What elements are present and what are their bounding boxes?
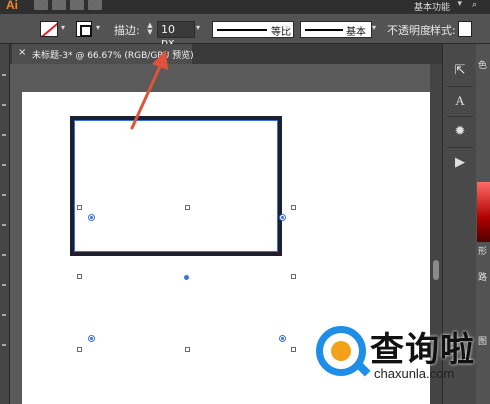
graphic-style-swatch[interactable] xyxy=(458,21,472,37)
tool-icon[interactable] xyxy=(2,104,6,106)
annotation-arrow-head xyxy=(152,50,168,70)
divider xyxy=(447,116,473,117)
play-icon[interactable]: ▶ xyxy=(451,154,469,172)
chevron-down-icon[interactable]: ▾ xyxy=(196,23,200,32)
resize-handle[interactable] xyxy=(291,347,296,352)
tool-icon[interactable] xyxy=(2,74,6,76)
stroke-weight-stepper[interactable]: ▲ ▼ xyxy=(145,22,155,37)
style-label: 样式: xyxy=(430,24,456,37)
divider xyxy=(447,86,473,87)
stroke-weight-field[interactable]: 10 px xyxy=(157,21,195,49)
scrollbar-thumb[interactable] xyxy=(433,260,439,280)
color-panel-label[interactable]: 色 xyxy=(478,58,487,71)
color-spectrum[interactable] xyxy=(477,182,490,242)
watermark-title: 查询啦 xyxy=(370,330,475,370)
search-icon[interactable]: ⌕ xyxy=(472,0,484,10)
variable-width-profile[interactable]: 等比 xyxy=(212,21,294,38)
annotation-arrow-shaft xyxy=(130,60,164,130)
brush-line xyxy=(305,29,343,31)
annotation-arrow xyxy=(130,50,168,130)
brush-label: 基本 xyxy=(346,27,366,38)
resize-handle[interactable] xyxy=(185,205,190,210)
app-logo: Ai xyxy=(6,0,18,12)
resize-handle[interactable] xyxy=(77,274,82,279)
character-icon[interactable]: A xyxy=(451,92,469,110)
tool-icon[interactable] xyxy=(2,164,6,166)
chevron-down-icon[interactable]: ▾ xyxy=(285,23,289,32)
close-icon[interactable]: × xyxy=(18,47,26,58)
control-bar: ▾ ▾ 描边: ▲ ▼ 10 px ▾ 等比 ▾ 基本 ▾ 不透明度 样式: xyxy=(0,14,490,49)
resize-handle[interactable] xyxy=(291,274,296,279)
illustrator-window: Ai 基本功能 ▾ ⌕ ▾ ▾ 描边: ▲ ▼ 10 px ▾ 等比 ▾ 基本 ▾… xyxy=(0,0,490,404)
corner-radius-widget[interactable] xyxy=(279,335,286,342)
chevron-down-icon[interactable]: ▾ xyxy=(372,23,376,32)
tool-icon[interactable] xyxy=(2,134,6,136)
watermark-domain: chaxunla.com xyxy=(374,366,455,381)
fill-swatch[interactable] xyxy=(40,21,58,37)
watermark: 查询啦 chaxunla.com xyxy=(308,318,490,394)
brush-definition[interactable]: 基本 xyxy=(300,21,372,38)
opacity-label[interactable]: 不透明度 xyxy=(387,22,431,38)
bridge-icon[interactable] xyxy=(34,0,48,10)
divider xyxy=(447,147,473,148)
stroke-swatch[interactable] xyxy=(76,21,92,37)
chevron-down-icon[interactable]: ▾ xyxy=(96,23,100,32)
resize-handle[interactable] xyxy=(77,205,82,210)
tool-icon[interactable] xyxy=(2,314,6,316)
magnifier-handle xyxy=(353,359,371,377)
tool-icon[interactable] xyxy=(2,254,6,256)
resize-handle[interactable] xyxy=(291,205,296,210)
resize-handle[interactable] xyxy=(77,347,82,352)
tool-icon[interactable] xyxy=(2,344,6,346)
appearance-icon[interactable]: ✹ xyxy=(451,123,469,141)
corner-radius-widget[interactable] xyxy=(88,335,95,342)
resize-handle[interactable] xyxy=(185,347,190,352)
corner-radius-widget[interactable] xyxy=(88,214,95,221)
path-panel-label[interactable]: 路 xyxy=(478,270,487,283)
corner-radius-widget[interactable] xyxy=(279,214,286,221)
shape-panel-label[interactable]: 形 xyxy=(478,244,487,257)
menu-bar: Ai 基本功能 ▾ ⌕ xyxy=(0,0,490,14)
chevron-down-icon[interactable]: ▾ xyxy=(457,0,462,9)
tools-panel xyxy=(0,44,10,404)
center-point[interactable] xyxy=(184,275,189,280)
workspace-switcher[interactable]: 基本功能 xyxy=(414,0,450,13)
gpu-performance-icon[interactable] xyxy=(88,0,102,10)
tool-icon[interactable] xyxy=(2,284,6,286)
document-tab-bar: × 未标题-3* @ 66.67% (RGB/GPU 预览) xyxy=(10,44,442,64)
stock-icon[interactable] xyxy=(52,0,66,10)
tool-icon[interactable] xyxy=(2,194,6,196)
profile-line xyxy=(217,29,267,31)
stroke-label[interactable]: 描边: xyxy=(114,22,140,38)
expand-icon[interactable]: ⇱ xyxy=(451,62,469,80)
tool-icon[interactable] xyxy=(2,224,6,226)
chevron-down-icon[interactable]: ▾ xyxy=(61,23,65,32)
arrange-documents-icon[interactable] xyxy=(70,0,84,10)
